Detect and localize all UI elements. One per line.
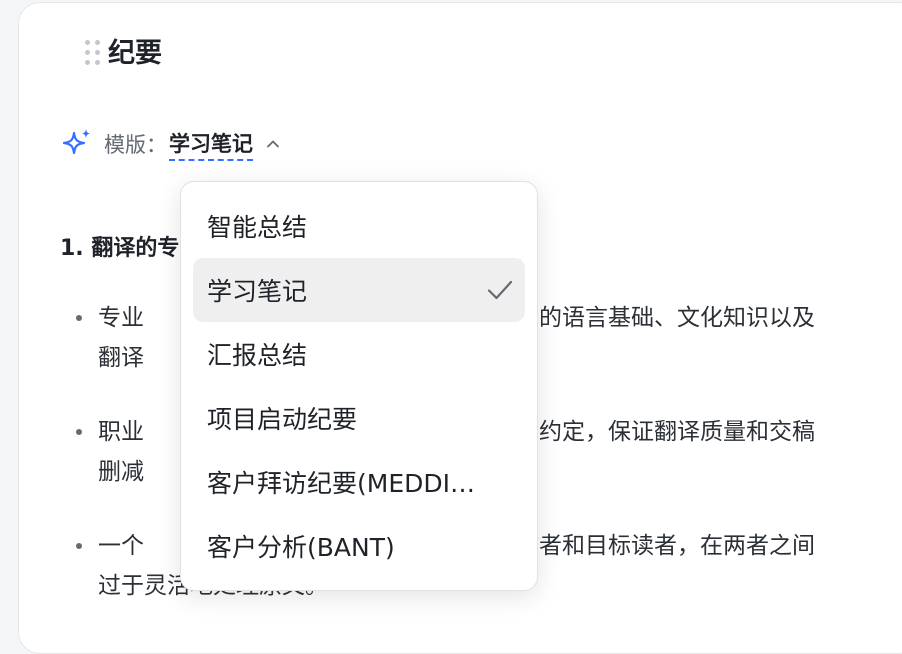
bullet-text: 实的语言基础、文化知识以及 — [516, 305, 815, 331]
sparkle-icon — [62, 129, 90, 155]
menu-item-label: 智能总结 — [207, 213, 308, 242]
card-title: 纪要 — [108, 38, 162, 69]
template-value[interactable]: 学习笔记 — [169, 128, 253, 161]
bullet-text: 一个 — [98, 533, 144, 559]
menu-item-client-visit[interactable]: 客户拜访纪要(MEDDI… — [193, 450, 525, 514]
menu-item-smart-summary[interactable]: 智能总结 — [193, 194, 525, 258]
template-selector[interactable]: 模版： 学习笔记 — [60, 126, 281, 162]
template-dropdown-menu: 智能总结 学习笔记 汇报总结 项目启动纪要 客户拜访纪要(MEDDI… 客户分析… — [180, 181, 538, 591]
menu-item-project-kickoff[interactable]: 项目启动纪要 — [193, 386, 525, 450]
bullet-text: 专业 — [98, 305, 144, 331]
menu-item-study-notes[interactable]: 学习笔记 — [193, 258, 525, 322]
menu-item-label: 项目启动纪要 — [207, 405, 358, 434]
bullet-text: 职业 — [98, 419, 144, 445]
section-heading: 1. 翻译的专 — [60, 236, 180, 261]
bullet-text: 同约定，保证翻译质量和交稿 — [516, 419, 815, 445]
template-label: 模版： — [104, 133, 167, 157]
menu-item-label: 客户拜访纪要(MEDDI… — [207, 469, 475, 498]
menu-item-report-summary[interactable]: 汇报总结 — [193, 322, 525, 386]
menu-item-label: 客户分析(BANT) — [207, 533, 395, 562]
check-icon — [487, 280, 513, 300]
drag-handle-icon[interactable] — [85, 40, 101, 66]
menu-item-label: 学习笔记 — [207, 277, 308, 306]
menu-item-client-analysis[interactable]: 客户分析(BANT) — [193, 514, 525, 578]
bullet-text: 作者和目标读者，在两者之间 — [516, 533, 815, 559]
chevron-up-icon[interactable] — [265, 136, 281, 152]
menu-item-label: 汇报总结 — [207, 341, 308, 370]
